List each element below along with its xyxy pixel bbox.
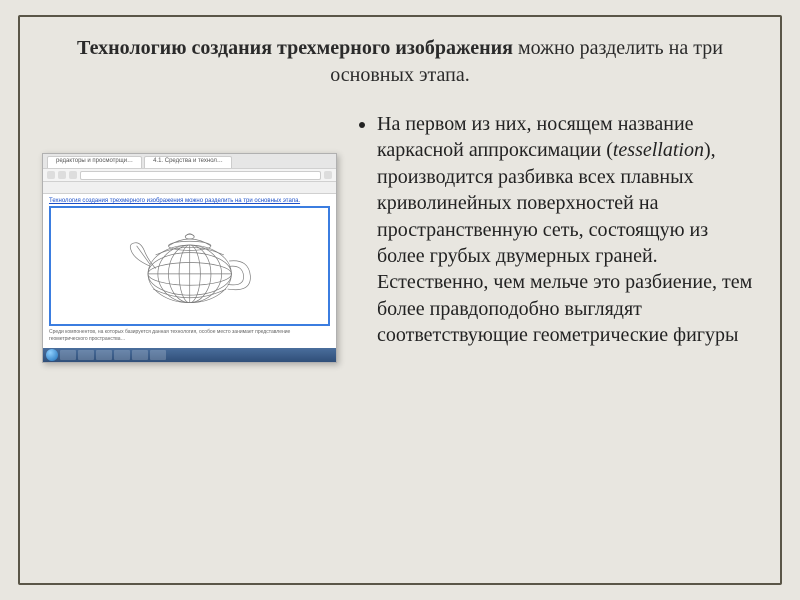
teapot-wireframe-icon: [72, 217, 307, 316]
browser-page: Технология создания трехмерного изображе…: [43, 194, 336, 348]
nav-fwd-icon: [58, 171, 66, 179]
browser-toolbar: [43, 182, 336, 194]
browser-tab-1: редакторы и просмотрщи…: [47, 156, 142, 168]
browser-addressbar: [43, 168, 336, 182]
title-bold: Технологию создания трехмерного изображе…: [77, 37, 513, 59]
teapot-illustration: [49, 206, 330, 326]
nav-back-icon: [47, 171, 55, 179]
url-field: [80, 171, 321, 180]
content-row: редакторы и просмотрщи… 4.1. Средства и …: [42, 111, 758, 363]
reload-icon: [69, 171, 77, 179]
task-item: [96, 350, 112, 360]
menu-icon: [324, 171, 332, 179]
slide-frame: Технологию создания трехмерного изображе…: [18, 15, 782, 585]
task-item: [132, 350, 148, 360]
bullet-item: На первом из них, носящем название карка…: [377, 111, 758, 349]
browser-tabbar: редакторы и просмотрщи… 4.1. Средства и …: [43, 154, 336, 168]
browser-window: редакторы и просмотрщи… 4.1. Средства и …: [42, 153, 337, 363]
task-item: [114, 350, 130, 360]
bullet-italic: tessellation: [613, 139, 704, 161]
slide-title: Технологию создания трехмерного изображе…: [42, 35, 758, 89]
bullet-part2: ), производится разбивка всех плавных кр…: [377, 139, 752, 346]
bullet-text-block: На первом из них, носящем название карка…: [355, 111, 758, 349]
windows-taskbar: [43, 348, 336, 362]
screenshot-thumb: редакторы и просмотрщи… 4.1. Средства и …: [42, 153, 337, 363]
task-item: [150, 350, 166, 360]
page-heading: Технология создания трехмерного изображе…: [49, 198, 330, 204]
browser-tab-2: 4.1. Средства и технол…: [144, 156, 232, 168]
start-button-icon: [46, 349, 58, 361]
page-footer-text: Среди компонентов, на которых базируется…: [49, 329, 330, 342]
task-item: [78, 350, 94, 360]
task-item: [60, 350, 76, 360]
